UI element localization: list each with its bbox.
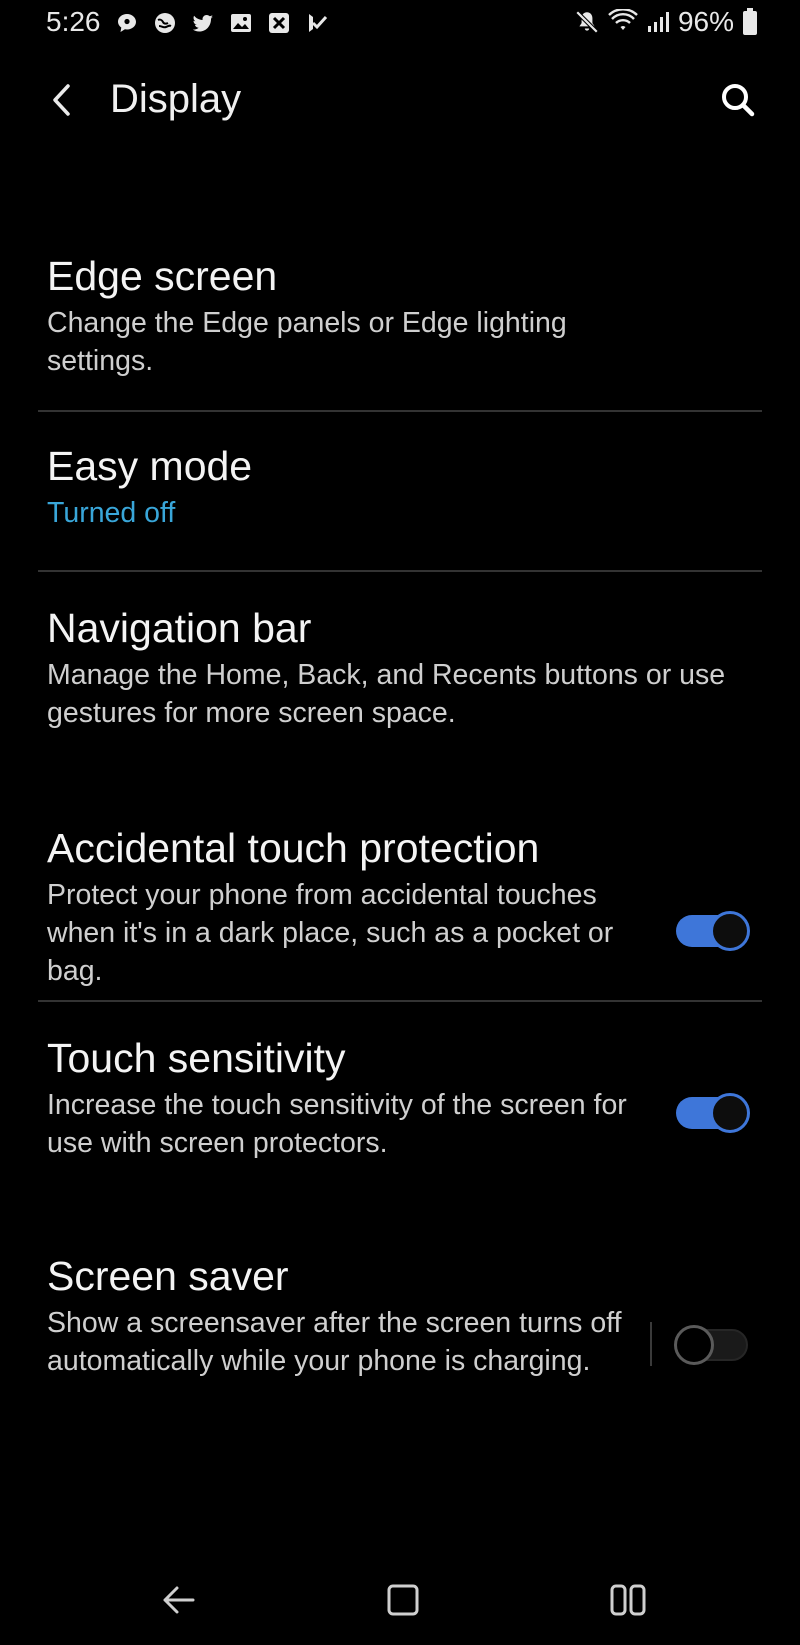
- wifi-icon: [608, 9, 638, 35]
- nav-back-button[interactable]: [155, 1576, 203, 1624]
- signal-icon: [646, 9, 670, 35]
- settings-list: Edge screen Change the Edge panels or Ed…: [0, 250, 800, 1432]
- x-box-icon: [266, 10, 292, 36]
- twitter-icon: [190, 10, 216, 36]
- system-status: 96%: [574, 6, 758, 38]
- setting-touch-sensitivity[interactable]: Touch sensitivity Increase the touch sen…: [0, 1002, 800, 1232]
- back-icon: [163, 1586, 195, 1614]
- setting-easy-mode[interactable]: Easy mode Turned off: [0, 412, 800, 570]
- setting-edge-screen[interactable]: Edge screen Change the Edge panels or Ed…: [0, 250, 800, 410]
- home-icon: [387, 1584, 419, 1616]
- nav-home-button[interactable]: [379, 1576, 427, 1624]
- globe-icon: [152, 10, 178, 36]
- battery-icon: [742, 8, 758, 36]
- back-button[interactable]: [40, 78, 84, 122]
- page-title: Display: [110, 77, 242, 121]
- setting-description: Increase the touch sensitivity of the sc…: [47, 1089, 627, 1159]
- navigation-bar: [0, 1560, 800, 1640]
- mute-icon: [574, 9, 600, 35]
- screen-saver-toggle[interactable]: [674, 1324, 748, 1365]
- setting-title: Easy mode: [47, 443, 253, 489]
- vertical-separator: [650, 1322, 652, 1366]
- setting-title: Accidental touch protection: [47, 825, 540, 871]
- chat-bubble-icon: [114, 10, 140, 36]
- search-icon: [722, 84, 755, 117]
- recents-icon: [610, 1584, 646, 1616]
- status-time: 5:26: [46, 6, 101, 37]
- setting-screen-saver[interactable]: Screen saver Show a screensaver after th…: [0, 1232, 800, 1432]
- status-bar: 5:26 96%: [0, 0, 800, 50]
- app-bar: Display: [0, 60, 800, 140]
- setting-status: Turned off: [47, 497, 176, 529]
- nav-recents-button[interactable]: [604, 1576, 652, 1624]
- setting-description: Change the Edge panels or Edge lighting …: [47, 307, 567, 377]
- battery-percentage: 96%: [677, 6, 734, 37]
- toggle-knob: [710, 1093, 750, 1133]
- setting-description: Manage the Home, Back, and Recents butto…: [47, 659, 726, 729]
- setting-description: Show a screensaver after the screen turn…: [47, 1307, 622, 1377]
- setting-title: Navigation bar: [47, 605, 312, 651]
- chevron-left-icon: [53, 84, 70, 116]
- setting-title: Touch sensitivity: [47, 1035, 346, 1081]
- notification-icons: [114, 10, 330, 36]
- setting-title: Edge screen: [47, 253, 278, 299]
- search-button[interactable]: [716, 78, 760, 122]
- touch-sensitivity-toggle[interactable]: [676, 1092, 750, 1133]
- toggle-knob: [674, 1325, 714, 1365]
- accidental-touch-toggle[interactable]: [676, 910, 750, 951]
- setting-navigation-bar[interactable]: Navigation bar Manage the Home, Back, an…: [0, 572, 800, 800]
- check-flag-icon: [304, 10, 330, 36]
- toggle-knob: [710, 911, 750, 951]
- setting-accidental-touch-protection[interactable]: Accidental touch protection Protect your…: [0, 800, 800, 1000]
- setting-title: Screen saver: [47, 1253, 289, 1299]
- gallery-icon: [228, 10, 254, 36]
- setting-description: Protect your phone from accidental touch…: [47, 879, 614, 987]
